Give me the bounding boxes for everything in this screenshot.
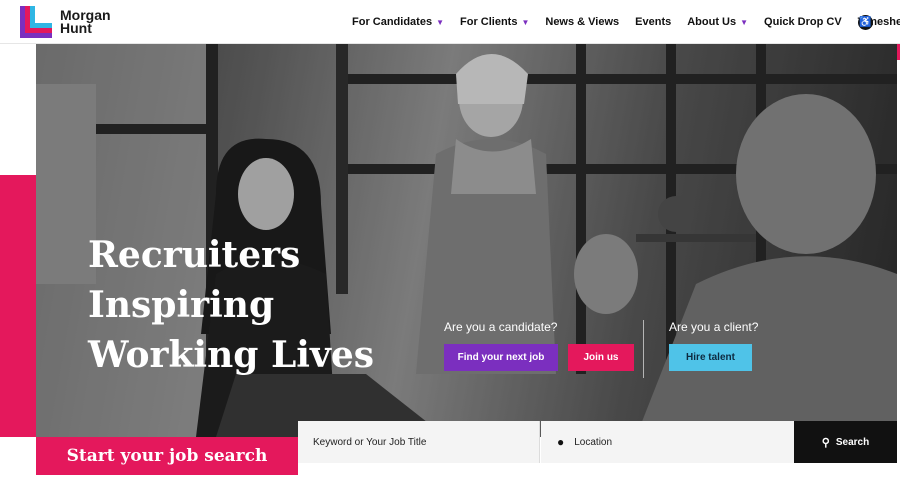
location-pin-icon: ●	[557, 435, 565, 449]
hire-talent-button[interactable]: Hire talent	[669, 344, 752, 371]
join-us-button[interactable]: Join us	[568, 344, 634, 371]
nav-about-us[interactable]: About Us ▼	[687, 16, 748, 28]
chevron-down-icon: ▼	[521, 17, 530, 27]
client-question: Are you a client?	[669, 320, 759, 334]
chevron-down-icon: ▼	[436, 17, 444, 27]
logo-text: Morgan Hunt	[60, 8, 111, 36]
nav-label: News & Views	[545, 16, 620, 28]
keyword-placeholder: Keyword or Your Job Title	[313, 436, 427, 448]
job-search-heading: Start your job search	[66, 446, 268, 466]
logo-mark-icon	[20, 6, 52, 38]
search-button-label: Search	[835, 436, 870, 448]
location-placeholder: Location	[574, 436, 613, 448]
search-button[interactable]: ⚲ Search	[794, 421, 897, 463]
cta-divider	[643, 320, 644, 378]
hero-headline-line-2: Inspiring	[88, 284, 275, 326]
nav-label: Quick Drop CV	[764, 16, 842, 28]
accessibility-icon[interactable]: ♿	[858, 15, 873, 30]
nav-news-views[interactable]: News & Views	[545, 16, 619, 28]
hero-headline: Recruiters Inspiring Working Lives	[88, 230, 374, 380]
left-accent-bar	[0, 175, 36, 437]
main-nav: For Candidates ▼ For Clients ▼ News & View…	[352, 0, 900, 44]
chevron-down-icon: ▼	[740, 17, 749, 27]
hero-image: Recruiters Inspiring Working Lives Are y…	[36, 44, 897, 437]
location-input[interactable]: ● Location	[541, 421, 794, 463]
logo[interactable]: Morgan Hunt	[20, 6, 111, 38]
nav-label: For Candidates	[352, 16, 433, 28]
nav-for-clients[interactable]: For Clients ▼	[460, 16, 529, 28]
search-icon: ⚲	[821, 436, 830, 449]
logo-line-2: Hunt	[60, 20, 92, 36]
site-header: Morgan Hunt For Candidates ▼ For Clients ▼…	[0, 0, 900, 44]
hero-headline-line-3: Working Lives	[88, 334, 375, 376]
keyword-input[interactable]: Keyword or Your Job Title	[298, 421, 540, 463]
hero-headline-line-1: Recruiters	[88, 234, 301, 276]
nav-events[interactable]: Events	[635, 16, 671, 28]
nav-label: Events	[635, 16, 672, 28]
find-job-button[interactable]: Find your next job	[444, 344, 558, 371]
nav-for-candidates[interactable]: For Candidates ▼	[352, 16, 444, 28]
nav-label: For Clients	[460, 16, 518, 28]
nav-quick-drop-cv[interactable]: Quick Drop CV	[764, 16, 842, 28]
job-search-heading-block: Start your job search	[36, 437, 298, 475]
candidate-question: Are you a candidate?	[444, 320, 558, 334]
nav-label: About Us	[687, 16, 737, 28]
